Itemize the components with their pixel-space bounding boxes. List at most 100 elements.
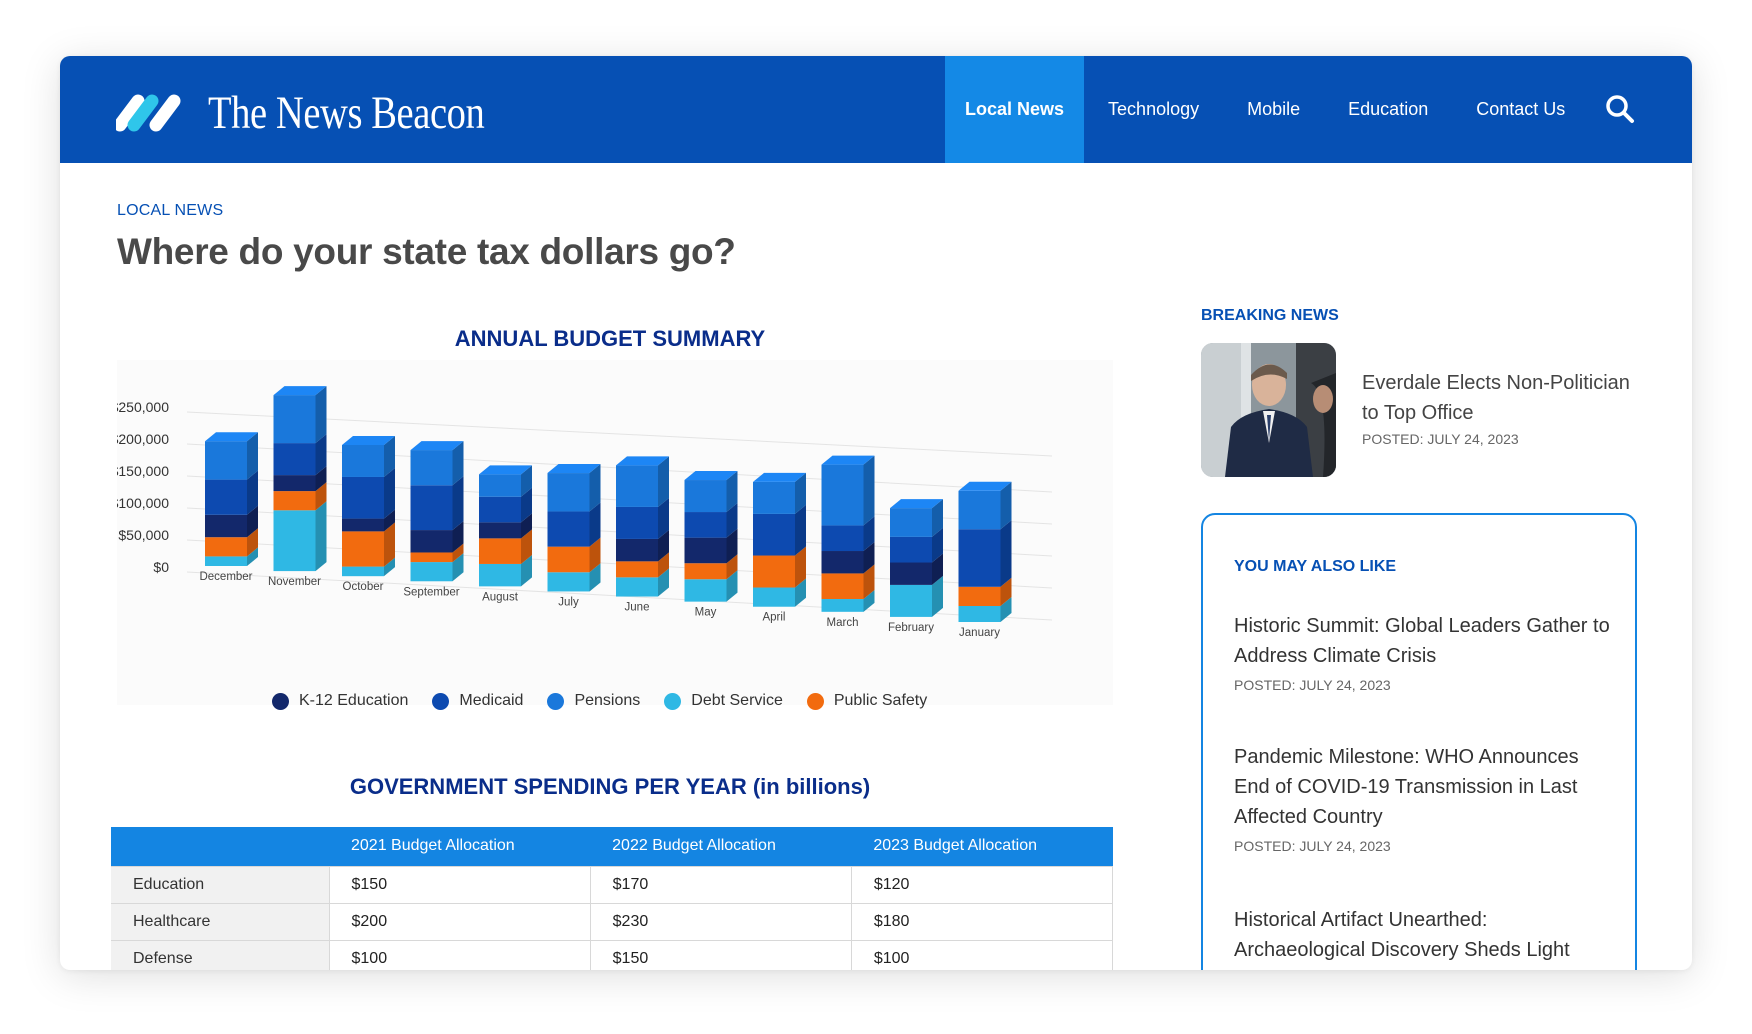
also-like-date: POSTED: JULY 24, 2023: [1234, 677, 1391, 693]
table-header-cell: 2023 Budget Allocation: [851, 827, 1113, 866]
bar-segment-public-safety: [342, 531, 384, 567]
bar-segment-debt-service: [547, 572, 590, 592]
legend-swatch: [272, 692, 289, 710]
also-like-title[interactable]: Pandemic Milestone: WHO Announces End of…: [1234, 742, 1614, 832]
x-tick-label: March: [827, 617, 859, 629]
bar-segment-debt-service: [958, 606, 1001, 622]
bar-segment-pensions: [890, 508, 932, 537]
bar-segment-debt-service: [479, 563, 521, 587]
search-icon[interactable]: [1605, 94, 1635, 129]
bar-segment-debt-service: [753, 587, 795, 607]
legend-swatch: [547, 692, 565, 710]
also-like-date: POSTED: JULY 24, 2023: [1234, 838, 1391, 854]
site-header: The News Beacon Local News Technology Mo…: [60, 56, 1692, 163]
nav-local-news[interactable]: Local News: [945, 56, 1085, 163]
bar-segment-debt-service: [821, 599, 864, 612]
bar-segment-medicaid: [410, 485, 453, 531]
table-row-label: Education: [111, 865, 330, 904]
site-name: The News Beacon: [208, 87, 485, 139]
x-tick-label: December: [199, 571, 252, 583]
also-like-item[interactable]: Pandemic Milestone: WHO Announces End of…: [1234, 742, 1614, 854]
site-logo[interactable]: The News Beacon: [116, 86, 545, 140]
bar-segment-pensions: [479, 474, 521, 497]
bar-side-medicaid: [452, 476, 464, 531]
legend-label: Public Safety: [833, 692, 928, 709]
legend-swatch: [806, 692, 824, 710]
bar-segment-public-safety: [821, 573, 864, 600]
also-like-title[interactable]: Historic Summit: Global Leaders Gather t…: [1234, 611, 1614, 671]
bar-segment-public-safety: [479, 538, 521, 564]
bar-segment-medicaid: [821, 525, 864, 552]
table-cell: $100: [850, 939, 1114, 970]
bar-segment-k-12-education: [821, 551, 864, 574]
nav-education[interactable]: Education: [1324, 56, 1452, 163]
also-like-item[interactable]: Historic Summit: Global Leaders Gather t…: [1234, 611, 1614, 693]
bar-segment-k-12-education: [479, 522, 521, 539]
bar-segment-debt-service: [684, 579, 727, 602]
bar-side-pensions: [315, 386, 327, 444]
double-slash-logo-icon: [116, 93, 182, 133]
bar-side-medicaid: [1000, 520, 1012, 587]
legend-label: Medicaid: [459, 692, 524, 709]
y-tick-label: $250,000: [117, 399, 169, 415]
bar-segment-debt-service: [342, 566, 384, 577]
bar-segment-medicaid: [479, 496, 521, 523]
legend-swatch: [664, 692, 682, 710]
legend-label: Debt Service: [691, 692, 783, 709]
also-like-title[interactable]: Historical Artifact Unearthed: Archaeolo…: [1234, 905, 1614, 965]
bar-segment-debt-service: [205, 556, 247, 566]
bar-segment-medicaid: [547, 511, 590, 547]
bar-segment-k-12-education: [684, 537, 727, 564]
x-tick-label: June: [625, 602, 650, 614]
bar-segment-public-safety: [958, 586, 1001, 606]
table-cell: $120: [850, 865, 1114, 904]
bar-segment-debt-service: [273, 510, 316, 572]
table-cell: $170: [589, 865, 852, 904]
bar-segment-pensions: [342, 444, 384, 477]
table-row-label: Defense: [111, 939, 330, 970]
table-header-cell: 2021 Budget Allocation: [329, 827, 591, 866]
also-like-item[interactable]: Historical Artifact Unearthed: Archaeolo…: [1234, 905, 1614, 965]
bar-segment-pensions: [753, 481, 795, 514]
bar-segment-pensions: [410, 450, 453, 486]
bar-segment-k-12-education: [342, 518, 384, 532]
y-tick-label: $150,000: [117, 463, 169, 479]
table-cell: $150: [328, 865, 591, 904]
spending-table: 2021 Budget Allocation 2022 Budget Alloc…: [111, 827, 1114, 970]
legend-swatch: [432, 692, 450, 710]
table-row-label: Healthcare: [111, 902, 330, 941]
table-row: Healthcare $200 $230 $180: [111, 902, 1114, 941]
breaking-news-label: BREAKING NEWS: [1201, 307, 1339, 324]
chart-legend: K-12 Education Medicaid Pensions Debt Se…: [272, 692, 927, 710]
bar-segment-debt-service: [616, 577, 658, 597]
bar-segment-medicaid: [342, 476, 384, 519]
breaking-news-title[interactable]: Everdale Elects Non-Politician to Top Of…: [1362, 368, 1652, 428]
breaking-news-image[interactable]: [1201, 343, 1336, 477]
bar-segment-medicaid: [616, 506, 658, 539]
bar-side-pensions: [863, 455, 875, 526]
bar-side-debt-service: [315, 501, 327, 572]
bar-segment-debt-service: [890, 584, 932, 617]
legend-label: K-12 Education: [299, 692, 409, 709]
x-tick-label: October: [343, 581, 384, 593]
main-nav: Local News Technology Mobile Education C…: [945, 56, 1589, 163]
nav-contact-us[interactable]: Contact Us: [1452, 56, 1589, 163]
table-cell: $180: [850, 902, 1114, 941]
table-cell: $230: [589, 902, 852, 941]
also-like-label: YOU MAY ALSO LIKE: [1234, 558, 1397, 575]
bar-segment-public-safety: [273, 491, 316, 511]
nav-mobile[interactable]: Mobile: [1223, 56, 1324, 163]
bar-segment-public-safety: [684, 563, 727, 580]
spending-table-container: 2021 Budget Allocation 2022 Budget Alloc…: [111, 827, 1114, 970]
bar-segment-debt-service: [410, 562, 453, 582]
x-tick-label: August: [482, 591, 519, 603]
nav-technology[interactable]: Technology: [1084, 56, 1223, 163]
browser-window: The News Beacon Local News Technology Mo…: [60, 56, 1692, 970]
legend-item-public-safety: Public Safety: [806, 692, 928, 710]
bar-segment-k-12-education: [273, 475, 316, 492]
table-header-cell: [111, 827, 329, 866]
x-tick-label: September: [403, 586, 459, 598]
section-kicker[interactable]: LOCAL NEWS: [117, 202, 223, 220]
bar-segment-medicaid: [890, 536, 932, 563]
bar-segment-medicaid: [753, 513, 795, 556]
